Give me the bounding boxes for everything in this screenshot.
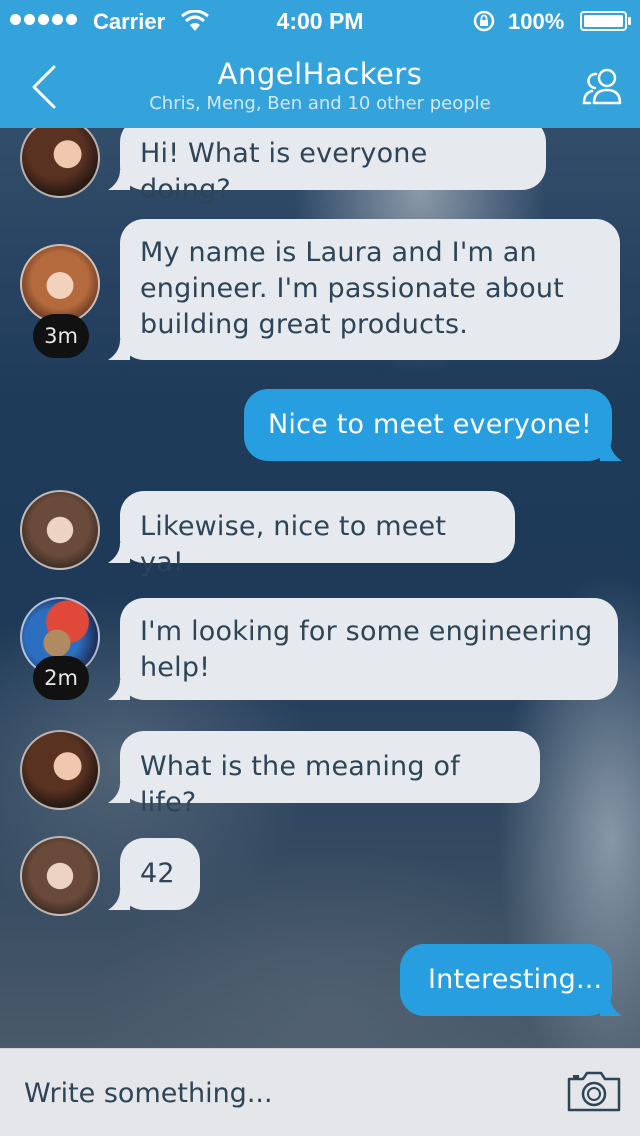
bubble-tail [600,996,622,1016]
navigation-header: Carrier 4:00 PM 100% AngelHackers Chris,… [0,0,640,128]
message-text: Nice to meet everyone! [268,409,592,440]
message-bubble[interactable]: Interesting... [400,944,612,1016]
chat-participants[interactable]: Chris, Meng, Ben and 10 other people [0,93,640,114]
message-text-line: help! [140,652,211,683]
message-text-line: engineer. I'm passionate about [140,273,564,304]
avatar[interactable] [20,730,100,810]
message-bubble[interactable]: Nice to meet everyone! [244,389,612,461]
message-input[interactable] [24,1071,524,1115]
chat-title: AngelHackers [217,57,423,91]
avatar[interactable] [20,244,100,324]
avatar[interactable] [20,490,100,570]
time-badge: 3m [33,314,89,358]
status-bar: Carrier 4:00 PM 100% [0,0,640,40]
message-text: Interesting... [428,964,603,995]
avatar[interactable] [20,118,100,198]
message-bubble[interactable]: Likewise, nice to meet ya! [120,491,515,578]
bubble-tail [600,441,622,461]
message-bubble[interactable]: What is the meaning of life? [120,731,540,818]
message-text-line: building great products. [140,309,468,340]
message-text-line: I'm looking for some engineering [140,616,593,647]
message-bubble[interactable]: 42 [120,838,200,910]
time-badge: 2m [33,656,89,700]
message-bubble[interactable]: Hi! What is everyone doing? [120,118,546,205]
battery-percentage: 100% [508,9,565,34]
people-icon[interactable] [580,66,624,106]
battery-icon [580,11,631,31]
message-composer [0,1048,640,1136]
message-text-line: My name is Laura and I'm an [140,237,537,268]
message-bubble[interactable]: My name is Laura and I'm an engineer. I'… [120,219,620,360]
camera-icon[interactable] [566,1069,622,1113]
message-text: 42 [140,858,175,889]
rotation-lock-icon [473,10,495,32]
avatar[interactable] [20,836,100,916]
message-bubble[interactable]: I'm looking for some engineering help! [120,598,618,700]
